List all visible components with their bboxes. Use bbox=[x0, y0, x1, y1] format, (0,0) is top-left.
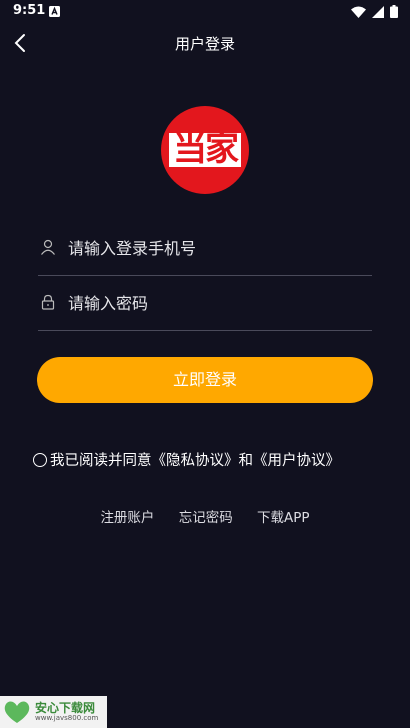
login-button[interactable]: 立即登录 bbox=[37, 357, 373, 403]
page-title: 用户登录 bbox=[174, 35, 235, 53]
watermark: 安心下载网 www.javs800.com bbox=[0, 696, 107, 728]
wifi-icon bbox=[351, 6, 366, 18]
password-input[interactable] bbox=[66, 288, 370, 318]
signal-icon bbox=[372, 5, 384, 18]
notification-icon bbox=[49, 6, 60, 17]
status-bar: 9:51 bbox=[0, 0, 410, 24]
user-icon bbox=[41, 239, 55, 255]
agreement: 我已阅读并同意《隐私协议》和《用户协议》 bbox=[33, 449, 340, 470]
register-link[interactable]: 注册账户 bbox=[100, 510, 154, 526]
logo-text: 当家 bbox=[173, 129, 239, 169]
agreement-radio[interactable] bbox=[33, 452, 47, 467]
status-time: 9:51 bbox=[13, 3, 46, 18]
forgot-password-link[interactable]: 忘记密码 bbox=[179, 510, 233, 526]
bottom-links: 注册账户 忘记密码 下载APP bbox=[0, 506, 410, 526]
battery-icon bbox=[390, 5, 398, 18]
phone-field bbox=[38, 220, 372, 276]
nav-bar: 用户登录 bbox=[0, 24, 410, 62]
app-logo: 当家 bbox=[161, 106, 249, 194]
agreement-text[interactable]: 我已阅读并同意《隐私协议》和《用户协议》 bbox=[50, 449, 340, 470]
heart-logo-icon bbox=[4, 701, 30, 723]
password-field bbox=[38, 275, 372, 331]
phone-input[interactable] bbox=[66, 233, 370, 263]
watermark-url: www.javs800.com bbox=[35, 714, 99, 722]
download-app-link[interactable]: 下载APP bbox=[257, 510, 310, 526]
lock-icon bbox=[41, 294, 55, 310]
